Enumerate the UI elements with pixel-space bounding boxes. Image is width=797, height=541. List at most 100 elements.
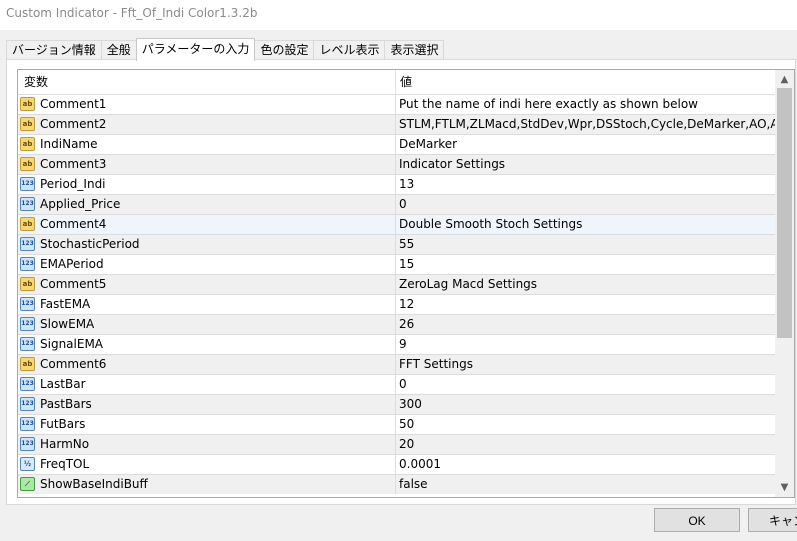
123-integer-icon: 123: [20, 397, 35, 411]
123-integer-icon: 123: [20, 417, 35, 431]
header-value[interactable]: 値: [400, 70, 412, 94]
parameter-name: SlowEMA: [40, 317, 95, 331]
123-integer-icon: 123: [20, 317, 35, 331]
table-row[interactable]: 123 EMAPeriod 15: [18, 254, 775, 274]
column-divider: [395, 215, 396, 234]
table-row[interactable]: ⟋ ShowBaseIndiBuff false: [18, 474, 775, 494]
parameter-value[interactable]: FFT Settings: [399, 355, 473, 374]
table-row[interactable]: ab Comment4 Double Smooth Stoch Settings: [18, 214, 775, 234]
table-row[interactable]: ab Comment1 Put the name of indi here exac…: [18, 94, 775, 114]
table-row[interactable]: 123 HarmNo 20: [18, 434, 775, 454]
parameter-value[interactable]: Put the name of indi here exactly as sho…: [399, 95, 698, 114]
parameter-name: EMAPeriod: [40, 257, 104, 271]
table-row[interactable]: 123 StochasticPeriod 55: [18, 234, 775, 254]
parameter-value[interactable]: 15: [399, 255, 414, 274]
column-divider: [395, 195, 396, 214]
parameter-name: Applied_Price: [40, 197, 121, 211]
table-header: 変数 値: [18, 70, 775, 94]
column-divider: [395, 475, 396, 494]
parameter-name: FreqTOL: [40, 457, 90, 471]
123-integer-icon: 123: [20, 297, 35, 311]
table-row[interactable]: 123 Period_Indi 13: [18, 174, 775, 194]
table-row[interactable]: 123 FastEMA 12: [18, 294, 775, 314]
parameter-value[interactable]: 13: [399, 175, 414, 194]
column-divider: [395, 375, 396, 394]
parameter-value[interactable]: 20: [399, 435, 414, 454]
column-divider: [395, 255, 396, 274]
column-divider: [395, 275, 396, 294]
column-divider: [395, 355, 396, 374]
123-integer-icon: 123: [20, 437, 35, 451]
parameter-name: FastEMA: [40, 297, 91, 311]
column-divider: [395, 315, 396, 334]
ab-string-icon: ab: [20, 137, 35, 151]
parameter-name: HarmNo: [40, 437, 90, 451]
parameter-name: Comment2: [40, 117, 107, 131]
tab-panel: 変数 値 ab Comment1 Put the name of indi here…: [6, 59, 796, 505]
table-row[interactable]: 123 FutBars 50: [18, 414, 775, 434]
parameter-value[interactable]: STLM,FTLM,ZLMacd,StdDev,Wpr,DSStoch,Cycl…: [399, 115, 787, 134]
123-integer-icon: 123: [20, 257, 35, 271]
parameter-value[interactable]: DeMarker: [399, 135, 457, 154]
123-integer-icon: 123: [20, 337, 35, 351]
scrollbar-thumb[interactable]: [777, 88, 792, 338]
parameters-table: 変数 値 ab Comment1 Put the name of indi here…: [17, 69, 795, 498]
column-divider: [395, 95, 396, 114]
column-divider: [395, 335, 396, 354]
parameter-value[interactable]: 0: [399, 195, 407, 214]
column-divider: [395, 115, 396, 134]
column-divider: [395, 455, 396, 474]
ab-string-icon: ab: [20, 157, 35, 171]
table-row[interactable]: 123 PastBars 300: [18, 394, 775, 414]
tab-general[interactable]: 全般: [100, 40, 137, 60]
parameter-value[interactable]: 26: [399, 315, 414, 334]
table-row[interactable]: ½ FreqTOL 0.0001: [18, 454, 775, 474]
column-divider: [395, 295, 396, 314]
column-divider: [395, 175, 396, 194]
column-divider: [395, 415, 396, 434]
table-row[interactable]: 123 SlowEMA 26: [18, 314, 775, 334]
parameter-name: StochasticPeriod: [40, 237, 140, 251]
parameter-value[interactable]: 0.0001: [399, 455, 441, 474]
ok-button[interactable]: OK: [654, 508, 740, 532]
parameter-value[interactable]: Double Smooth Stoch Settings: [399, 215, 582, 234]
chevron-up-icon[interactable]: ▲: [775, 71, 794, 88]
parameter-value[interactable]: false: [399, 475, 428, 494]
parameter-value[interactable]: 50: [399, 415, 414, 434]
parameter-value[interactable]: 0: [399, 375, 407, 394]
123-integer-icon: 123: [20, 237, 35, 251]
table-row[interactable]: 123 Applied_Price 0: [18, 194, 775, 214]
column-divider: [395, 155, 396, 174]
ab-string-icon: ab: [20, 97, 35, 111]
parameter-value[interactable]: 300: [399, 395, 422, 414]
tab-visualization[interactable]: 表示選択: [384, 40, 445, 60]
vertical-scrollbar[interactable]: ▲ ▼: [775, 70, 794, 497]
table-row[interactable]: 123 LastBar 0: [18, 374, 775, 394]
column-divider: [395, 235, 396, 254]
chevron-down-icon[interactable]: ▼: [775, 479, 794, 496]
table-row[interactable]: ab Comment6 FFT Settings: [18, 354, 775, 374]
header-divider[interactable]: [395, 70, 396, 94]
parameter-value[interactable]: 55: [399, 235, 414, 254]
tab-version-info[interactable]: バージョン情報: [6, 40, 102, 60]
tab-levels[interactable]: レベル表示: [313, 40, 386, 60]
tab-parameters[interactable]: パラメーターの入力: [135, 38, 256, 61]
parameter-value[interactable]: 9: [399, 335, 407, 354]
parameter-value[interactable]: 12: [399, 295, 414, 314]
table-row[interactable]: ab Comment2 STLM,FTLM,ZLMacd,StdDev,Wpr,DS…: [18, 114, 787, 134]
123-integer-icon: 123: [20, 197, 35, 211]
header-variable[interactable]: 変数: [24, 70, 48, 94]
table-row[interactable]: 123 SignalEMA 9: [18, 334, 775, 354]
column-divider: [395, 135, 396, 154]
tab-colors[interactable]: 色の設定: [254, 40, 315, 60]
cancel-button[interactable]: キャンセル: [748, 508, 797, 532]
table-row[interactable]: ab Comment5 ZeroLag Macd Settings: [18, 274, 775, 294]
table-row[interactable]: ab IndiName DeMarker: [18, 134, 775, 154]
table-row[interactable]: ab Comment3 Indicator Settings: [18, 154, 775, 174]
parameter-value[interactable]: ZeroLag Macd Settings: [399, 275, 537, 294]
bool-chart-icon: ⟋: [20, 477, 35, 491]
column-divider: [395, 435, 396, 454]
window-title: Custom Indicator - Fft_Of_Indi Color1.3.…: [6, 6, 258, 20]
parameter-name: IndiName: [40, 137, 98, 151]
parameter-value[interactable]: Indicator Settings: [399, 155, 505, 174]
